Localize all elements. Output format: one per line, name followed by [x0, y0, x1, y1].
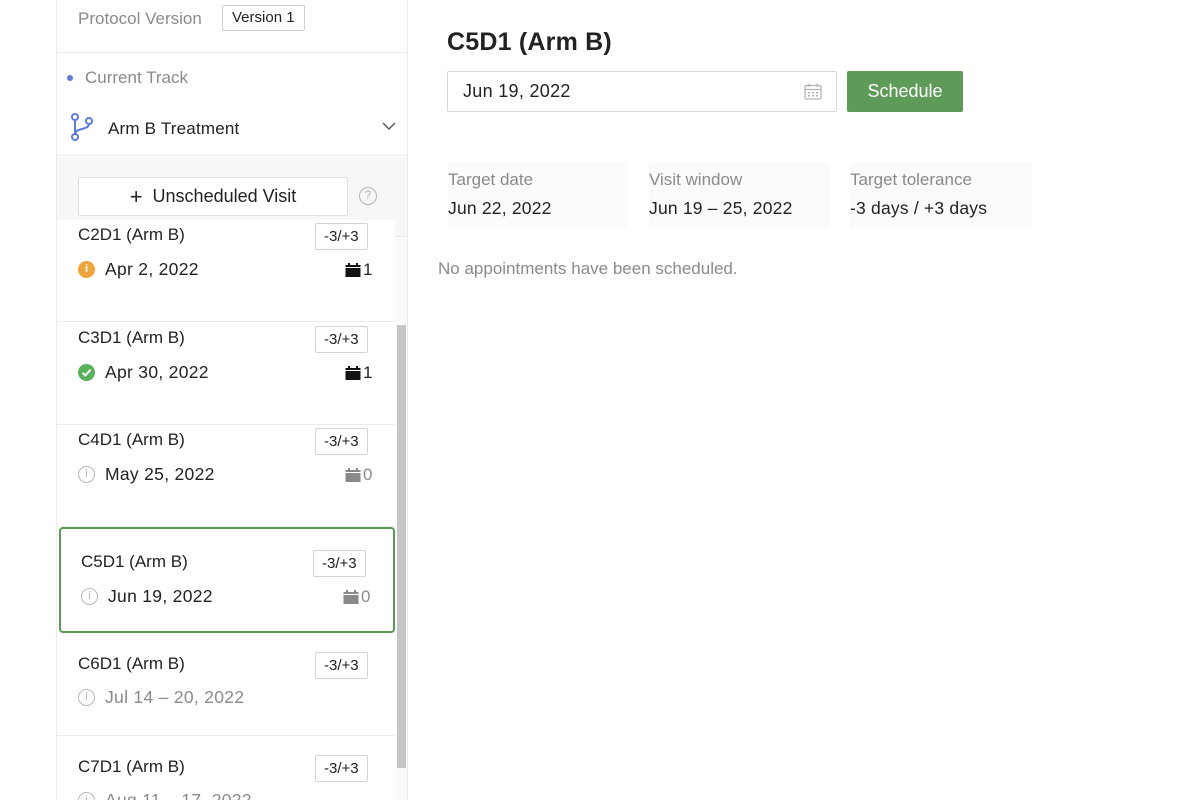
appointment-count-value: 0: [361, 587, 371, 606]
visit-window-card: Visit window Jun 19 – 25, 2022: [649, 162, 829, 229]
visit-date: Apr 30, 2022: [105, 362, 209, 382]
sidebar: Protocol Version Version 1 Current Track…: [56, 0, 408, 800]
visit-date: Aug 11 – 17, 2022: [105, 790, 252, 800]
appointment-count: 0: [343, 587, 370, 607]
empty-appointments-message: No appointments have been scheduled.: [438, 259, 738, 278]
appointment-count: 0: [345, 465, 372, 485]
visit-name: C7D1 (Arm B): [78, 757, 185, 776]
unscheduled-visit-label: Unscheduled Visit: [152, 186, 297, 206]
info-icon: i: [81, 588, 98, 605]
appointment-count: 1: [345, 363, 372, 383]
info-icon: i: [78, 689, 95, 706]
appointment-count-value: 0: [363, 465, 373, 484]
calendar-icon: [343, 590, 359, 604]
track-dot-icon: [67, 75, 73, 81]
calendar-icon: [345, 263, 361, 277]
visit-item-selected[interactable]: C5D1 (Arm B) -3/+3 i Jun 19, 2022 0: [59, 527, 395, 633]
visit-item[interactable]: C6D1 (Arm B) -3/+3 i Jul 14 – 20, 2022: [57, 634, 395, 736]
protocol-version-row: Protocol Version Version 1: [57, 0, 407, 53]
visit-item[interactable]: C2D1 (Arm B) -3/+3 i Apr 2, 2022 1: [57, 220, 395, 322]
visit-window-label: Visit window: [649, 170, 743, 189]
info-icon: i: [78, 792, 95, 800]
page-title: C5D1 (Arm B): [447, 28, 612, 56]
target-tolerance-value: -3 days / +3 days: [850, 198, 988, 218]
visit-date: May 25, 2022: [105, 464, 215, 484]
visit-name: C4D1 (Arm B): [78, 430, 185, 449]
warning-icon: i: [78, 261, 95, 278]
visit-window-value: Jun 19 – 25, 2022: [649, 198, 793, 218]
visit-name: C6D1 (Arm B): [78, 654, 185, 673]
visit-detail-panel: C5D1 (Arm B) Jun 19, 2022 Schedule Targe…: [408, 0, 1200, 800]
protocol-version-chip[interactable]: Version 1: [222, 5, 305, 31]
visit-item[interactable]: C3D1 (Arm B) -3/+3 Apr 30, 2022 1: [57, 323, 395, 425]
target-date-label: Target date: [448, 170, 534, 189]
tolerance-chip: -3/+3: [313, 550, 366, 577]
target-tolerance-card: Target tolerance -3 days / +3 days: [850, 162, 1032, 229]
tolerance-chip: -3/+3: [315, 326, 368, 353]
appointment-count-value: 1: [363, 260, 373, 279]
info-icon: i: [78, 466, 95, 483]
target-date-value: Jun 22, 2022: [448, 198, 552, 218]
visit-name: C5D1 (Arm B): [81, 552, 188, 571]
calendar-icon: [345, 366, 361, 380]
current-track-header: Current Track: [67, 68, 188, 88]
visit-date: Apr 2, 2022: [105, 259, 199, 279]
unscheduled-visit-button[interactable]: + Unscheduled Visit: [78, 177, 348, 216]
appointment-count: 1: [345, 260, 372, 280]
plus-icon: +: [129, 183, 143, 209]
date-picker-input[interactable]: Jun 19, 2022: [447, 71, 837, 112]
tolerance-chip: -3/+3: [315, 428, 368, 455]
visit-item[interactable]: C7D1 (Arm B) -3/+3 i Aug 11 – 17, 2022: [57, 737, 395, 800]
visit-date: Jun 19, 2022: [108, 586, 213, 606]
visit-name: C3D1 (Arm B): [78, 328, 185, 347]
check-circle-icon: [78, 364, 95, 381]
branch-icon: [71, 113, 93, 141]
help-icon[interactable]: ?: [359, 187, 377, 205]
target-date-card: Target date Jun 22, 2022: [448, 162, 628, 229]
visit-name: C2D1 (Arm B): [78, 225, 185, 244]
tolerance-chip: -3/+3: [315, 652, 368, 679]
track-selector[interactable]: Arm B Treatment: [57, 104, 407, 156]
target-tolerance-label: Target tolerance: [850, 170, 972, 189]
chevron-down-icon[interactable]: [382, 121, 396, 131]
visit-date: Jul 14 – 20, 2022: [105, 687, 245, 707]
scrollbar-thumb[interactable]: [397, 325, 406, 768]
calendar-icon: [345, 468, 361, 482]
date-picker-value: Jun 19, 2022: [463, 81, 571, 101]
schedule-button[interactable]: Schedule: [847, 71, 963, 112]
appointment-count-value: 1: [363, 363, 373, 382]
protocol-version-label: Protocol Version: [78, 9, 202, 28]
calendar-icon[interactable]: [804, 83, 822, 100]
track-name: Arm B Treatment: [108, 119, 240, 138]
tolerance-chip: -3/+3: [315, 223, 368, 250]
tolerance-chip: -3/+3: [315, 755, 368, 782]
visit-item[interactable]: C4D1 (Arm B) -3/+3 i May 25, 2022 0: [57, 425, 395, 527]
current-track-label: Current Track: [85, 68, 188, 87]
